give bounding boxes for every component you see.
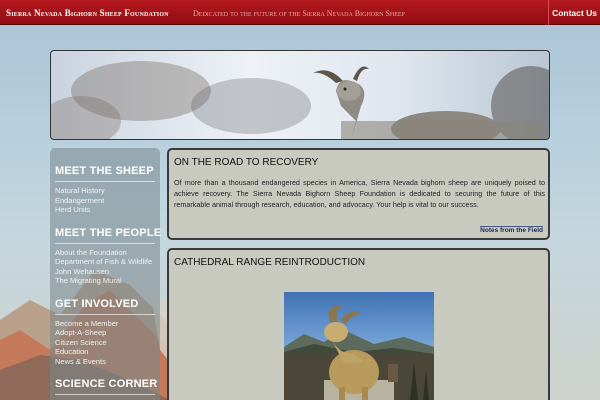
nav-item-adopt-a-sheep[interactable]: Adopt-A-Sheep [55, 328, 160, 338]
nav-item-john-wehausen[interactable]: John Wehausen [55, 267, 160, 277]
bighorn-sheep-banner-image [51, 61, 549, 139]
nav-item-news-events[interactable]: News & Events [55, 357, 160, 367]
notes-from-the-field-link[interactable]: Notes from the Field [480, 226, 543, 234]
bighorn-sheep-photo-image [284, 305, 434, 400]
nav-item-herd-units[interactable]: Herd Units [55, 205, 160, 215]
nav-item-natural-history[interactable]: Natural History [55, 186, 160, 196]
nav-item-endangerment[interactable]: Endangerment [55, 196, 160, 206]
nav-item-education[interactable]: Education [55, 347, 160, 357]
intro-body: Of more than a thousand endangered speci… [174, 178, 545, 209]
contact-us-link[interactable]: Contact Us [548, 0, 600, 25]
nav-item-become-member[interactable]: Become a Member [55, 319, 160, 329]
nav-item-about-the-foundation[interactable]: About the Foundation [55, 248, 160, 258]
sidebar-nav: MEET THE SHEEP Natural History Endangerm… [50, 148, 161, 400]
nav-group-meet-the-sheep: MEET THE SHEEP Natural History Endangerm… [55, 165, 160, 215]
nav-group-get-involved: GET INVOLVED Become a Member Adopt-A-She… [55, 298, 160, 367]
nav-group-science-corner: SCIENCE CORNER [55, 378, 160, 395]
feature-panel: CATHEDRAL RANGE REINTRODUCTION [167, 248, 550, 400]
hero-banner [50, 50, 550, 140]
nav-item-migrating-mural[interactable]: The Migrating Mural [55, 276, 160, 286]
nav-heading-science-corner[interactable]: SCIENCE CORNER [55, 378, 157, 395]
nav-item-dept-fish-wildlife[interactable]: Department of Fish & Wildlife [55, 257, 160, 267]
nav-heading-meet-the-sheep[interactable]: MEET THE SHEEP [55, 165, 155, 182]
nav-heading-get-involved[interactable]: GET INVOLVED [55, 298, 155, 315]
intro-title: ON THE ROAD TO RECOVERY [174, 157, 319, 168]
feature-title: CATHEDRAL RANGE REINTRODUCTION [174, 257, 366, 268]
feature-photo[interactable] [284, 292, 434, 400]
site-tagline: Dedicated to the future of the Sierra Ne… [193, 9, 405, 18]
site-title[interactable]: Sierra Nevada Bighorn Sheep Foundation [6, 8, 169, 18]
nav-group-meet-the-people: MEET THE PEOPLE About the Foundation Dep… [55, 227, 161, 286]
nav-heading-meet-the-people[interactable]: MEET THE PEOPLE [55, 227, 161, 244]
site-header: Sierra Nevada Bighorn Sheep Foundation D… [0, 0, 600, 25]
nav-item-citizen-science[interactable]: Citizen Science [55, 338, 160, 348]
intro-panel: ON THE ROAD TO RECOVERY Of more than a t… [167, 148, 550, 240]
